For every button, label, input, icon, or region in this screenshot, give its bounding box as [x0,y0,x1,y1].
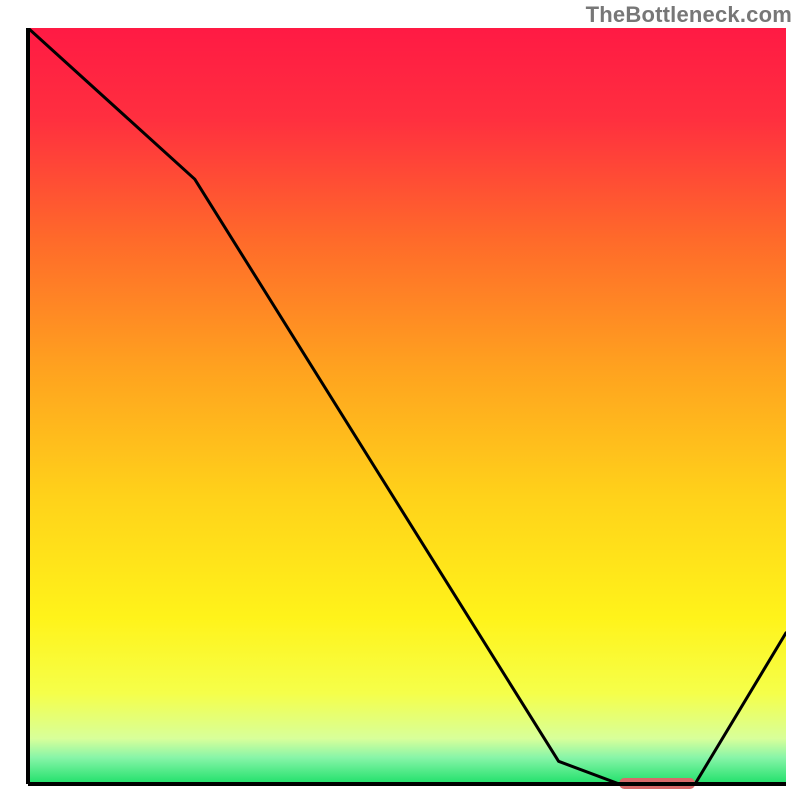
watermark-label: TheBottleneck.com [586,2,792,28]
chart-container: { "watermark": "TheBottleneck.com", "col… [0,0,800,800]
bottleneck-chart [0,0,800,800]
plot-background [28,28,786,784]
